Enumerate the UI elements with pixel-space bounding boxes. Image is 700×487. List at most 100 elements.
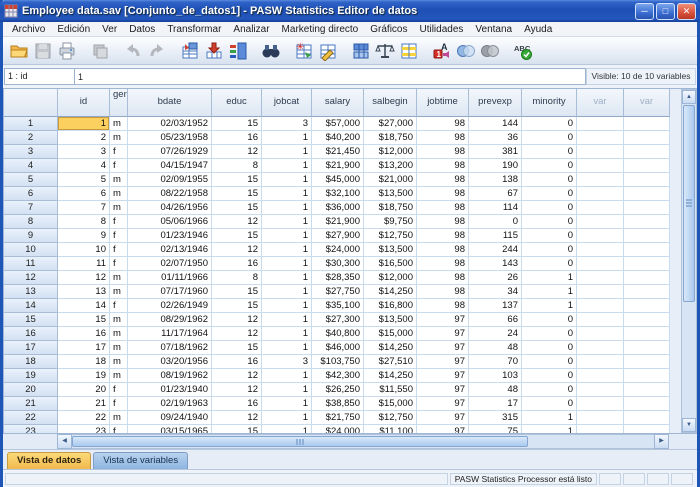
cell-id[interactable]: 20 <box>58 383 110 397</box>
cell-jobtime[interactable]: 97 <box>417 383 469 397</box>
cell-bdate[interactable]: 01/11/1966 <box>128 271 212 285</box>
cell-var1[interactable] <box>577 215 624 229</box>
cell-prevexp[interactable]: 34 <box>469 285 522 299</box>
cell-var1[interactable] <box>577 425 624 433</box>
row-header[interactable]: 16 <box>4 327 58 341</box>
cell-educ[interactable]: 8 <box>212 271 262 285</box>
find-icon[interactable] <box>259 39 283 63</box>
cell-id[interactable]: 16 <box>58 327 110 341</box>
row-header[interactable]: 19 <box>4 369 58 383</box>
scroll-left-icon[interactable]: ◀ <box>57 434 72 449</box>
row-header[interactable]: 13 <box>4 285 58 299</box>
menu-analizar[interactable]: Analizar <box>227 24 275 35</box>
row-header[interactable]: 17 <box>4 341 58 355</box>
recall-dialogs-icon[interactable] <box>88 39 112 63</box>
cell-id[interactable]: 19 <box>58 369 110 383</box>
cell-bdate[interactable]: 08/19/1962 <box>128 369 212 383</box>
cell-var1[interactable] <box>577 285 624 299</box>
cell-educ[interactable]: 12 <box>212 369 262 383</box>
cell-var2[interactable] <box>624 285 670 299</box>
select-cases-icon[interactable] <box>397 39 421 63</box>
cell-gender[interactable]: m <box>110 285 128 299</box>
cell-salary[interactable]: $46,000 <box>312 341 364 355</box>
cell-var2[interactable] <box>624 131 670 145</box>
cell-jobtime[interactable]: 98 <box>417 299 469 313</box>
cell-salary[interactable]: $30,300 <box>312 257 364 271</box>
cell-bdate[interactable]: 03/15/1965 <box>128 425 212 433</box>
cell-bdate[interactable]: 01/23/1940 <box>128 383 212 397</box>
row-header[interactable]: 21 <box>4 397 58 411</box>
menu-ayuda[interactable]: Ayuda <box>518 24 558 35</box>
row-header[interactable]: 1 <box>4 117 58 131</box>
cell-bdate[interactable]: 07/17/1960 <box>128 285 212 299</box>
cell-salary[interactable]: $21,900 <box>312 215 364 229</box>
row-header[interactable]: 6 <box>4 187 58 201</box>
cell-salary[interactable]: $40,800 <box>312 327 364 341</box>
column-header-salbegin[interactable]: salbegin <box>364 89 417 117</box>
cell-gender[interactable]: f <box>110 299 128 313</box>
cell-salbegin[interactable]: $27,510 <box>364 355 417 369</box>
cell-salary[interactable]: $42,300 <box>312 369 364 383</box>
cell-jobcat[interactable]: 1 <box>262 299 312 313</box>
cell-jobtime[interactable]: 98 <box>417 159 469 173</box>
cell-salbegin[interactable]: $14,250 <box>364 341 417 355</box>
cell-jobcat[interactable]: 1 <box>262 425 312 433</box>
redo-icon[interactable] <box>145 39 169 63</box>
cell-jobtime[interactable]: 98 <box>417 117 469 131</box>
cell-jobcat[interactable]: 1 <box>262 159 312 173</box>
cell-minority[interactable]: 0 <box>522 341 577 355</box>
cell-minority[interactable]: 0 <box>522 383 577 397</box>
scroll-right-icon[interactable]: ▶ <box>654 434 669 449</box>
cell-bdate[interactable]: 02/09/1955 <box>128 173 212 187</box>
cell-jobtime[interactable]: 98 <box>417 271 469 285</box>
cell-minority[interactable]: 0 <box>522 173 577 187</box>
cell-jobtime[interactable]: 97 <box>417 411 469 425</box>
cell-jobtime[interactable]: 98 <box>417 243 469 257</box>
cell-salary[interactable]: $40,200 <box>312 131 364 145</box>
cell-salbegin[interactable]: $14,250 <box>364 369 417 383</box>
cell-gender[interactable]: m <box>110 341 128 355</box>
column-header-bdate[interactable]: bdate <box>128 89 212 117</box>
column-header-var[interactable]: var <box>624 89 670 117</box>
cell-salbegin[interactable]: $12,750 <box>364 411 417 425</box>
cell-jobcat[interactable]: 1 <box>262 173 312 187</box>
cell-var2[interactable] <box>624 397 670 411</box>
cell-bdate[interactable]: 01/23/1946 <box>128 229 212 243</box>
column-header-prevexp[interactable]: prevexp <box>469 89 522 117</box>
cell-prevexp[interactable]: 36 <box>469 131 522 145</box>
cell-gender[interactable]: f <box>110 229 128 243</box>
cell-prevexp[interactable]: 67 <box>469 187 522 201</box>
cell-id[interactable]: 1 <box>58 117 110 131</box>
cell-id[interactable]: 12 <box>58 271 110 285</box>
cell-jobcat[interactable]: 1 <box>262 383 312 397</box>
cell-jobcat[interactable]: 1 <box>262 313 312 327</box>
cell-prevexp[interactable]: 137 <box>469 299 522 313</box>
cell-jobcat[interactable]: 1 <box>262 187 312 201</box>
cell-salary[interactable]: $27,300 <box>312 313 364 327</box>
cell-var1[interactable] <box>577 355 624 369</box>
cell-id[interactable]: 22 <box>58 411 110 425</box>
maximize-button[interactable]: □ <box>656 3 675 20</box>
cell-jobtime[interactable]: 98 <box>417 145 469 159</box>
cell-jobtime[interactable]: 98 <box>417 285 469 299</box>
row-header[interactable]: 4 <box>4 159 58 173</box>
use-variable-sets-icon[interactable] <box>454 39 478 63</box>
value-labels-icon[interactable]: A1 <box>430 39 454 63</box>
cell-id[interactable]: 3 <box>58 145 110 159</box>
cell-minority[interactable]: 0 <box>522 117 577 131</box>
cell-educ[interactable]: 12 <box>212 327 262 341</box>
cell-minority[interactable]: 0 <box>522 257 577 271</box>
cell-jobtime[interactable]: 98 <box>417 215 469 229</box>
cell-var1[interactable] <box>577 383 624 397</box>
cell-minority[interactable]: 1 <box>522 425 577 433</box>
cell-gender[interactable]: f <box>110 243 128 257</box>
grid-corner-cell[interactable] <box>4 89 58 117</box>
menu-transformar[interactable]: Transformar <box>161 24 227 35</box>
menu-edicion[interactable]: Edición <box>51 24 96 35</box>
cell-id[interactable]: 14 <box>58 299 110 313</box>
cell-jobtime[interactable]: 98 <box>417 187 469 201</box>
vertical-scroll-track[interactable] <box>682 104 696 418</box>
cell-var2[interactable] <box>624 173 670 187</box>
cell-educ[interactable]: 16 <box>212 397 262 411</box>
cell-jobtime[interactable]: 97 <box>417 397 469 411</box>
